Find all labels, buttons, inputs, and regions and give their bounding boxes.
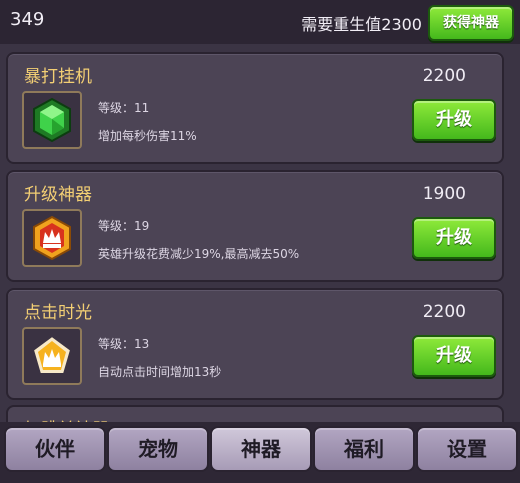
artifact-icon-frame [22, 209, 82, 267]
artifact-icon-frame [22, 91, 82, 149]
tab-pets[interactable]: 宠物 [107, 426, 209, 472]
gold-crown-pentagon-icon [31, 334, 73, 375]
artifact-card-upgrade-artifact: 升级神器 1900 等级：19 英雄升级花费减少19%,最高减去50% 升级 [6, 170, 504, 282]
tab-partners[interactable]: 伙伴 [4, 426, 106, 472]
artifact-name: 点击时光 [24, 303, 92, 323]
tab-benefits[interactable]: 福利 [313, 426, 415, 472]
artifact-card-idle-hit: 暴打挂机 2200 等级：11 增加每秒伤害11% 升级 [6, 52, 504, 164]
bottom-tab-bar: 伙伴 宠物 神器 福利 设置 [0, 422, 520, 483]
artifact-effect: 英雄升级花费减少19%,最高减去50% [98, 247, 300, 261]
rebirth-requirement: 需要重生值2300 [301, 15, 422, 34]
artifact-level: 等级：13 [98, 337, 150, 351]
tab-artifacts[interactable]: 神器 [210, 426, 312, 472]
tab-settings[interactable]: 设置 [416, 426, 518, 472]
red-crown-badge-icon [33, 215, 71, 261]
artifact-level: 等级：11 [98, 101, 150, 115]
upgrade-button[interactable]: 升级 [412, 335, 496, 377]
artifact-cost: 1900 [422, 184, 466, 204]
artifact-level: 等级：19 [98, 219, 150, 233]
artifact-card-click-time: 点击时光 2200 等级：13 自动点击时间增加13秒 升级 [6, 288, 504, 400]
artifact-name: 暴打挂机 [24, 67, 92, 87]
artifact-effect: 增加每秒伤害11% [98, 129, 197, 143]
artifact-cost: 2200 [422, 302, 466, 322]
upgrade-button[interactable]: 升级 [412, 99, 496, 141]
top-bar: 349 需要重生值2300 获得神器 [0, 0, 520, 44]
artifact-icon-frame [22, 327, 82, 385]
artifact-effect: 自动点击时间增加13秒 [98, 365, 222, 379]
green-gem-icon [33, 97, 71, 143]
upgrade-button[interactable]: 升级 [412, 217, 496, 259]
artifact-name: 升级神器 [24, 185, 92, 205]
get-artifact-button[interactable]: 获得神器 [428, 5, 514, 41]
artifact-cost: 2200 [422, 66, 466, 86]
currency-amount: 349 [10, 9, 45, 30]
